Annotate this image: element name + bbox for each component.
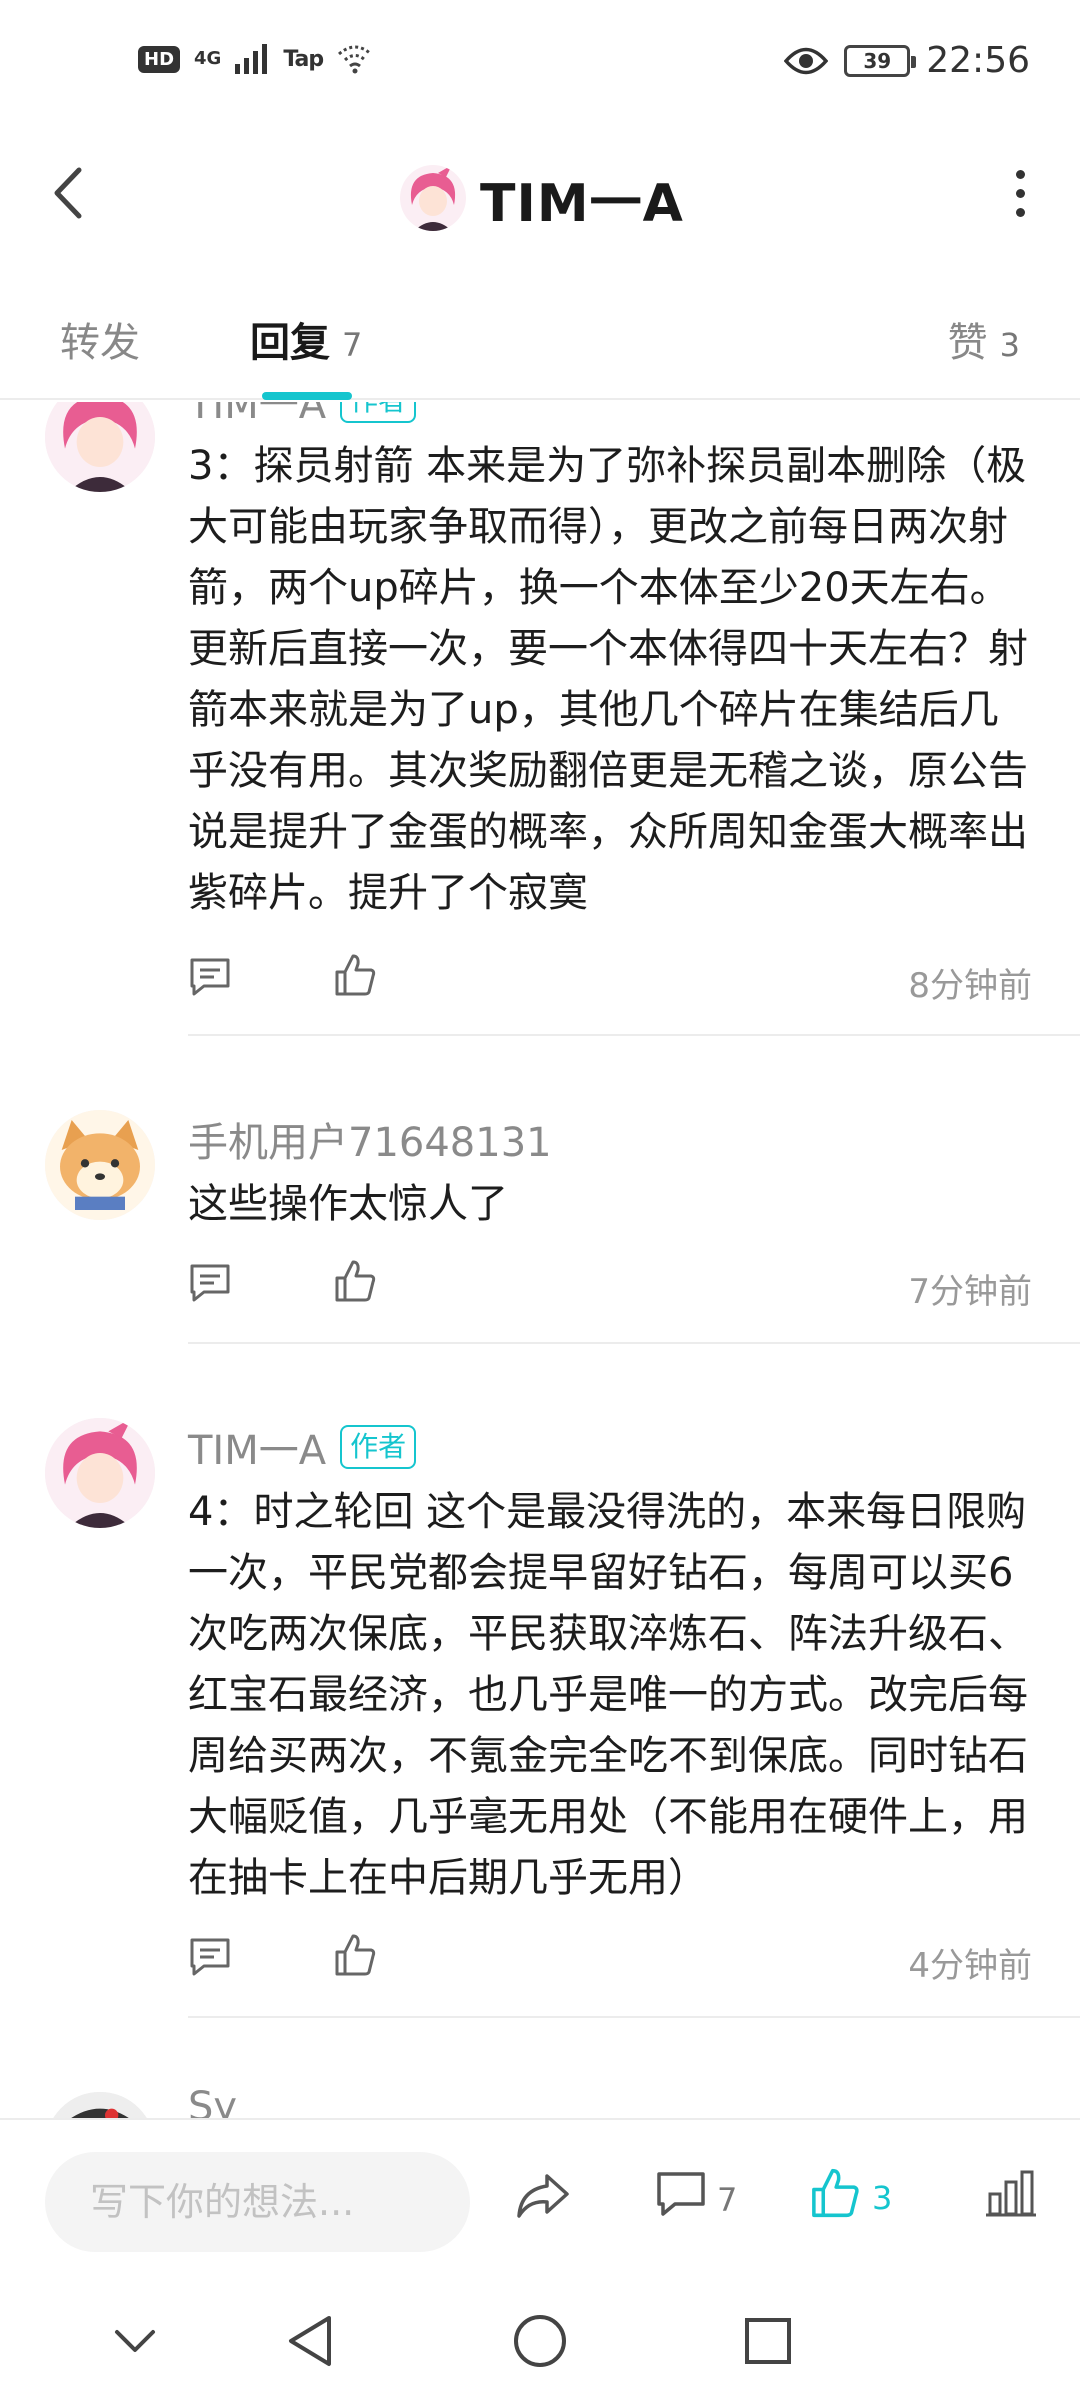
more-dot-icon <box>1015 207 1025 217</box>
battery-level: 39 <box>863 48 892 73</box>
nav-recents-button[interactable] <box>728 2306 808 2376</box>
comment-username[interactable]: TIM一A 作者 <box>188 1418 417 1476</box>
header-user[interactable]: TIM一A <box>400 158 684 238</box>
comment-avatar[interactable] <box>45 1418 155 1528</box>
status-right: 39 22:56 <box>784 40 1030 81</box>
author-badge: 作者 <box>340 1425 417 1469</box>
bottom-action-bar: 写下你的想法... 7 3 <box>0 2118 1080 2278</box>
like-count: 3 <box>872 2179 893 2217</box>
back-arrow-icon <box>54 167 82 219</box>
bottom-comment-button[interactable]: 7 <box>655 2170 737 2220</box>
comment-count: 7 <box>717 2181 738 2219</box>
comment-time: 4分钟前 <box>908 1946 1032 1986</box>
reply-icon[interactable] <box>188 1936 232 1978</box>
username-text: Sy <box>188 2084 238 2120</box>
avatar-anime-pink-icon <box>45 402 155 492</box>
username-text: TIM一A <box>188 1428 327 1474</box>
reply-icon[interactable] <box>188 1262 232 1304</box>
square-recents-icon <box>745 2318 791 2364</box>
tab-label: 转发 <box>60 320 140 366</box>
signal-icon <box>235 44 268 74</box>
tab-forward[interactable]: 转发 <box>60 310 140 368</box>
comment-actions: 7分钟前 <box>188 1256 1038 1316</box>
system-nav-bar <box>0 2278 1080 2400</box>
tab-bar: 转发 回复 7 赞 3 <box>0 290 1080 400</box>
bottom-like-button[interactable]: 3 <box>808 2166 892 2220</box>
thumbs-up-icon[interactable] <box>333 1258 377 1304</box>
avatar-anime-pink-icon <box>45 1418 155 1528</box>
thumbs-up-active-icon <box>812 2168 859 2218</box>
more-dot-icon <box>1015 169 1025 179</box>
share-icon[interactable] <box>515 2172 571 2222</box>
triangle-back-icon <box>289 2316 331 2366</box>
more-dot-icon <box>1015 188 1025 198</box>
reply-icon[interactable] <box>188 956 232 998</box>
comment-text[interactable]: 3：探员射箭 本来是为了弥补探员副本删除（极大可能由玩家争取而得），更改之前每日… <box>188 436 1038 924</box>
app-header: TIM一A <box>0 130 1080 260</box>
tab-label: 赞 <box>947 320 988 366</box>
comment-list[interactable]: TIM一A 作者 3：探员射箭 本来是为了弥补探员副本删除（极大可能由玩家争取而… <box>0 402 1080 2120</box>
stats-chart-icon[interactable] <box>984 2168 1038 2218</box>
comment-avatar[interactable] <box>45 1110 155 1220</box>
nav-back-button[interactable] <box>270 2306 350 2376</box>
network-type: 4G <box>194 48 222 69</box>
tab-label: 回复 <box>250 320 330 366</box>
back-button[interactable] <box>38 158 98 228</box>
comment-username[interactable]: TIM一A 作者 <box>188 402 417 430</box>
comment-time: 8分钟前 <box>908 966 1032 1006</box>
comment-actions: 8分钟前 <box>188 950 1038 1010</box>
active-tab-indicator <box>262 392 352 400</box>
thumbs-up-icon[interactable] <box>333 952 377 998</box>
comment-avatar[interactable] <box>45 2092 155 2120</box>
comment-divider <box>188 1034 1080 1036</box>
chevron-down-icon <box>115 2330 155 2352</box>
comment-time: 7分钟前 <box>908 1272 1032 1312</box>
comment-input[interactable]: 写下你的想法... <box>45 2152 470 2252</box>
hd-badge: HD <box>138 45 181 73</box>
more-options-button[interactable] <box>990 158 1050 228</box>
comment-bubble-icon <box>657 2172 705 2216</box>
comment-divider <box>188 1342 1080 1344</box>
battery-indicator: 39 <box>844 44 917 77</box>
thumbs-up-icon[interactable] <box>333 1932 377 1978</box>
status-bar: HD 4G Tap 39 22:56 <box>0 0 1080 130</box>
clock: 22:56 <box>926 40 1030 81</box>
username-text: TIM一A <box>188 402 327 428</box>
comment-text[interactable]: 这些操作太惊人了 <box>188 1174 1038 1235</box>
comment-avatar[interactable] <box>45 402 155 492</box>
avatar-dark-icon <box>45 2092 155 2120</box>
comment-username[interactable]: 手机用户71648131 <box>188 1110 552 1168</box>
comment-actions: 4分钟前 <box>188 1930 1038 1990</box>
username-text: 手机用户71648131 <box>188 1120 552 1166</box>
header-avatar[interactable] <box>400 165 466 231</box>
nav-home-button[interactable] <box>500 2306 580 2376</box>
tap-app-indicator: Tap <box>283 46 324 72</box>
comment-username[interactable]: Sy <box>188 2084 237 2120</box>
header-title: TIM一A <box>480 173 684 234</box>
status-left: HD 4G Tap <box>138 44 373 74</box>
avatar-shiba-dog-icon <box>45 1110 155 1220</box>
circle-home-icon <box>514 2315 566 2367</box>
author-badge: 作者 <box>340 402 417 423</box>
nav-collapse-button[interactable] <box>95 2306 175 2376</box>
comment-divider <box>188 2016 1080 2018</box>
eye-comfort-icon <box>784 47 829 74</box>
tab-count: 3 <box>999 326 1020 364</box>
tab-like[interactable]: 赞 3 <box>948 310 1020 368</box>
tab-reply[interactable]: 回复 7 <box>250 310 362 368</box>
comment-text[interactable]: 4：时之轮回 这个是最没得洗的，本来每日限购一次，平民党都会提早留好钻石，每周可… <box>188 1482 1038 1909</box>
tab-count: 7 <box>342 326 363 364</box>
avatar-anime-pink-icon <box>400 165 466 231</box>
wifi-icon <box>338 45 373 74</box>
